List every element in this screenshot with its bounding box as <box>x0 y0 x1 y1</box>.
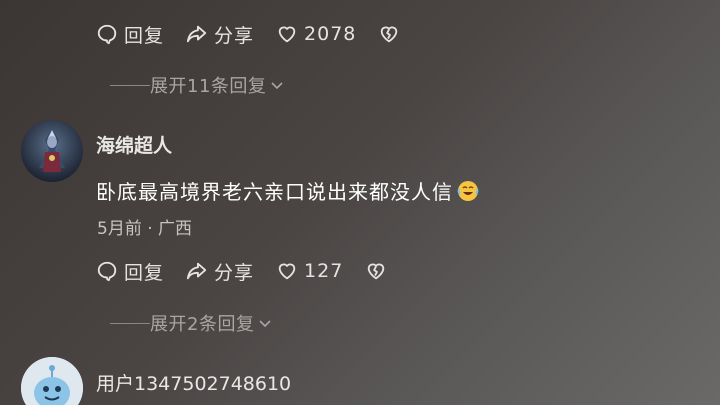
comment-2-actions: 回复 分享 127 <box>96 258 409 284</box>
username[interactable]: 用户1347502748610 <box>96 369 291 396</box>
avatar-image <box>21 357 83 405</box>
reply-icon <box>97 24 117 45</box>
dislike-button[interactable] <box>365 260 387 282</box>
comment-body: 卧底最高境界老六亲口说出来都没人信 <box>96 180 453 204</box>
share-label: 分享 <box>214 24 255 47</box>
laughing-tears-emoji-icon <box>457 180 479 202</box>
divider-line <box>110 84 150 86</box>
share-button[interactable]: 分享 <box>186 258 254 285</box>
like-count: 127 <box>304 260 344 282</box>
share-icon <box>186 25 207 43</box>
divider-line <box>110 322 150 324</box>
reply-button[interactable]: 回复 <box>96 258 164 285</box>
expand-replies-1[interactable]: 展开11条回复 <box>110 73 285 97</box>
like-count: 2078 <box>304 23 357 45</box>
reply-label: 回复 <box>124 261 165 284</box>
comment-1-actions: 回复 分享 2078 <box>96 21 422 47</box>
share-button[interactable]: 分享 <box>186 21 254 48</box>
username[interactable]: 海绵超人 <box>96 131 172 158</box>
avatar[interactable] <box>21 357 83 405</box>
like-button[interactable]: 2078 <box>276 23 356 45</box>
share-label: 分享 <box>214 261 255 284</box>
share-icon <box>186 262 207 280</box>
heart-icon <box>278 263 296 280</box>
like-button[interactable]: 127 <box>276 260 343 282</box>
avatar-image <box>21 120 83 182</box>
avatar[interactable] <box>21 120 83 182</box>
chevron-down-icon <box>271 82 283 90</box>
comment-text: 卧底最高境界老六亲口说出来都没人信 <box>96 176 479 205</box>
expand-replies-2[interactable]: 展开2条回复 <box>110 311 273 335</box>
broken-heart-icon <box>368 263 385 280</box>
chevron-down-icon <box>259 320 272 328</box>
expand-replies-label: 展开11条回复 <box>150 76 267 97</box>
comment-meta: 5月前 · 广西 <box>97 219 193 239</box>
expand-replies-label: 展开2条回复 <box>150 314 255 335</box>
dislike-button[interactable] <box>378 23 400 45</box>
reply-label: 回复 <box>124 24 165 47</box>
heart-icon <box>278 26 296 43</box>
reply-icon <box>97 261 117 282</box>
broken-heart-icon <box>381 26 398 43</box>
reply-button[interactable]: 回复 <box>96 21 164 48</box>
